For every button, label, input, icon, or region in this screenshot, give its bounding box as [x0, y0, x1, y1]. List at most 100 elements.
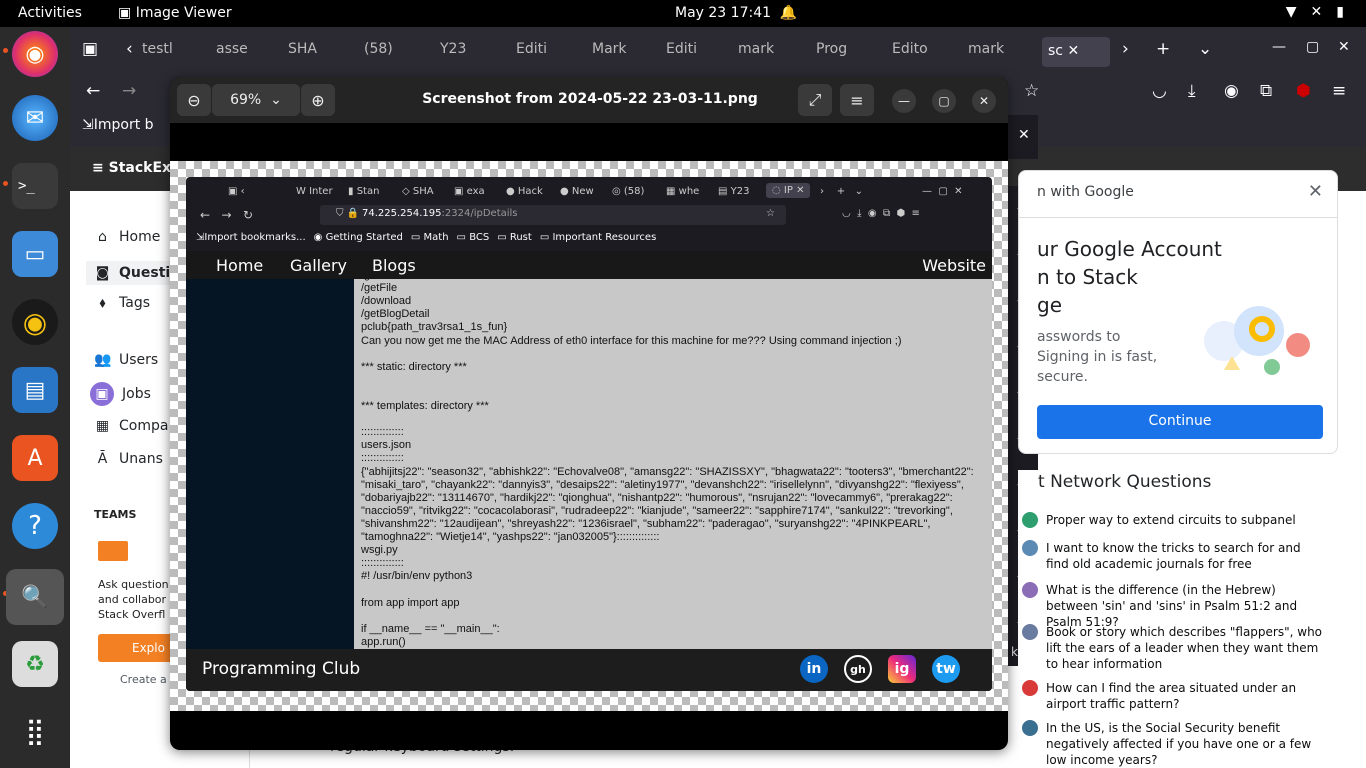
site-icon — [1022, 624, 1038, 640]
inner-bookmarks-bar: ⇲Import bookmarks... ◉ Getting Started ▭… — [196, 232, 656, 243]
files-icon[interactable]: ▭ — [12, 231, 58, 277]
tab[interactable]: SHA — [288, 41, 338, 61]
inner-tab-active: ◌ IP ✕ — [766, 183, 811, 198]
tab[interactable]: Editi — [666, 41, 716, 61]
content-line: #! /usr/bin/env python3 — [361, 570, 473, 583]
close-button[interactable]: ✕ — [972, 89, 996, 113]
ublock-icon[interactable]: ⬢ — [1296, 81, 1311, 101]
inner-window-controls: — ▢ ✕ — [922, 186, 963, 197]
inner-bookmark: ◉ Getting Started — [313, 232, 403, 243]
heading-line: n to Stack — [1037, 265, 1138, 289]
content-line: from app import app — [361, 596, 460, 609]
tab-list-icon[interactable]: ⌄ — [1198, 39, 1212, 59]
close-icon[interactable]: ✕ — [1308, 181, 1323, 202]
create-team-link[interactable]: Create a f — [120, 673, 174, 686]
sidebar-item-companies[interactable]: ▦ Compa — [94, 418, 169, 434]
tab-overview-icon[interactable]: ▣ — [82, 39, 98, 59]
tab-active[interactable]: sc ✕ — [1042, 37, 1110, 67]
maximize-icon[interactable]: ▢ — [1306, 39, 1319, 55]
menu-icon[interactable]: ≡ — [1332, 81, 1346, 101]
tab[interactable]: mark — [968, 41, 1024, 61]
app-menu-label: Image Viewer — [135, 5, 232, 21]
se-logo[interactable]: ≡ StackEx — [92, 160, 171, 176]
hnq-item-title: Book or story which describes "flappers"… — [1046, 625, 1323, 671]
rhythmbox-icon[interactable]: ◉ — [12, 299, 58, 345]
inner-tab: ▮ Stan — [348, 186, 380, 197]
account-icon[interactable]: ◉ — [1224, 81, 1239, 101]
hnq-item[interactable]: What is the difference (in the Hebrew) b… — [1022, 582, 1326, 630]
hnq-item-title: In the US, is the Social Security benefi… — [1046, 721, 1312, 767]
import-bookmarks-link[interactable]: ⇲Import b — [82, 117, 154, 133]
sidebar-item-unanswered[interactable]: Ā Unans — [94, 451, 163, 467]
new-tab-icon[interactable]: + — [1156, 39, 1170, 59]
sidebar-item-tags[interactable]: ⬧ Tags — [94, 295, 150, 311]
image-canvas[interactable]: ▣ ‹ W Inter ▮ Stan ◇ SHA ▣ exa ● Hack ● … — [170, 161, 1008, 711]
bookmark-star-icon[interactable]: ☆ — [1024, 81, 1039, 101]
continue-button[interactable]: Continue — [1037, 405, 1323, 439]
inner-bookmark-label: BCS — [469, 232, 490, 243]
hnq-item[interactable]: Proper way to extend circuits to subpane… — [1022, 512, 1326, 528]
extensions-icon[interactable]: ⧉ — [1260, 81, 1272, 101]
help-icon[interactable]: ? — [12, 503, 58, 549]
inner-tab: ▣ exa — [454, 186, 485, 197]
tab[interactable]: Mark — [592, 41, 642, 61]
inner-bookmark-label: Getting Started — [325, 232, 403, 243]
writer-icon[interactable]: ▤ — [12, 367, 58, 413]
tab[interactable]: Editi — [516, 41, 566, 61]
trash-icon[interactable]: ♻ — [12, 641, 58, 687]
fullscreen-button[interactable]: ⤢ — [798, 84, 832, 116]
body-line: secure. — [1037, 369, 1088, 385]
panel-close-icon[interactable]: ✕ — [1008, 115, 1038, 159]
image-viewer-icon[interactable]: 🔍 — [6, 569, 64, 625]
clock[interactable]: May 23 17:41 🔔 — [675, 5, 797, 21]
tab[interactable]: (58) — [364, 41, 414, 61]
terminal-icon[interactable]: >_ — [12, 163, 58, 209]
tab-scroll-right-icon[interactable]: › — [1122, 39, 1129, 59]
menu-button[interactable]: ≡ — [840, 84, 874, 116]
zoom-level-dropdown[interactable]: 69% ⌄ — [212, 84, 300, 116]
inner-tab-label: SHA — [412, 186, 434, 197]
tab[interactable]: Y23 — [440, 41, 490, 61]
minimize-icon[interactable]: — — [1272, 39, 1286, 55]
fullscreen-icon: ⤢ — [808, 90, 822, 109]
thunderbird-icon[interactable]: ✉ — [12, 95, 58, 141]
tab-scroll-left-icon[interactable]: ‹ — [126, 39, 133, 59]
inner-bookmark: ⇲Import bookmarks... — [196, 232, 306, 243]
content-line: wsgi.py — [361, 544, 398, 557]
zoom-out-button[interactable]: ⊖ — [177, 84, 211, 116]
sidebar-item-home[interactable]: ⌂ Home — [94, 229, 160, 245]
zoom-out-icon: ⊖ — [187, 90, 201, 110]
hnq-item[interactable]: In the US, is the Social Security benefi… — [1022, 720, 1326, 768]
system-tray[interactable]: ▼ ✕ ▮ — [1286, 4, 1344, 20]
teams-text-line: Ask question — [98, 578, 169, 591]
downloads-icon[interactable]: ⤓ — [1188, 81, 1196, 101]
software-icon[interactable]: A — [12, 435, 58, 481]
pocket-icon[interactable]: ◡ — [1152, 81, 1167, 101]
inner-nav-blogs: Blogs — [372, 256, 416, 275]
back-icon[interactable]: ← — [86, 81, 100, 101]
tab[interactable]: Prog — [816, 41, 866, 61]
hnq-item[interactable]: How can I find the area situated under a… — [1022, 680, 1326, 712]
hnq-item[interactable]: I want to know the tricks to search for … — [1022, 540, 1326, 572]
tab[interactable]: asse — [216, 41, 266, 61]
maximize-button[interactable]: ▢ — [932, 89, 956, 113]
tab[interactable]: Edito — [892, 41, 946, 61]
firefox-icon[interactable]: ◉ — [12, 31, 58, 77]
close-icon[interactable]: ✕ — [1338, 39, 1350, 55]
app-menu[interactable]: ▣ Image Viewer — [118, 5, 232, 21]
sidebar-item-label: Tags — [119, 295, 150, 311]
tab[interactable]: testl — [142, 41, 192, 61]
zoom-in-button[interactable]: ⊕ — [301, 84, 335, 116]
minimize-button[interactable]: — — [892, 89, 916, 113]
forward-icon[interactable]: → — [122, 81, 136, 101]
show-apps-icon[interactable]: ⣿ — [12, 709, 58, 755]
google-popup-body: asswords to Signing in is fast, secure. — [1037, 327, 1157, 387]
sidebar-item-jobs[interactable]: ▣ Jobs — [90, 382, 151, 406]
hot-network-questions: t Network Questions Proper way to extend… — [1018, 470, 1348, 768]
se-logo-label: StackEx — [108, 160, 172, 176]
activities-button[interactable]: Activities — [18, 5, 82, 21]
sidebar-item-users[interactable]: 👥 Users — [94, 352, 158, 368]
hnq-item[interactable]: Book or story which describes "flappers"… — [1022, 624, 1326, 672]
inner-bookmark: ▭ Math — [410, 232, 449, 243]
tab[interactable]: mark — [738, 41, 794, 61]
